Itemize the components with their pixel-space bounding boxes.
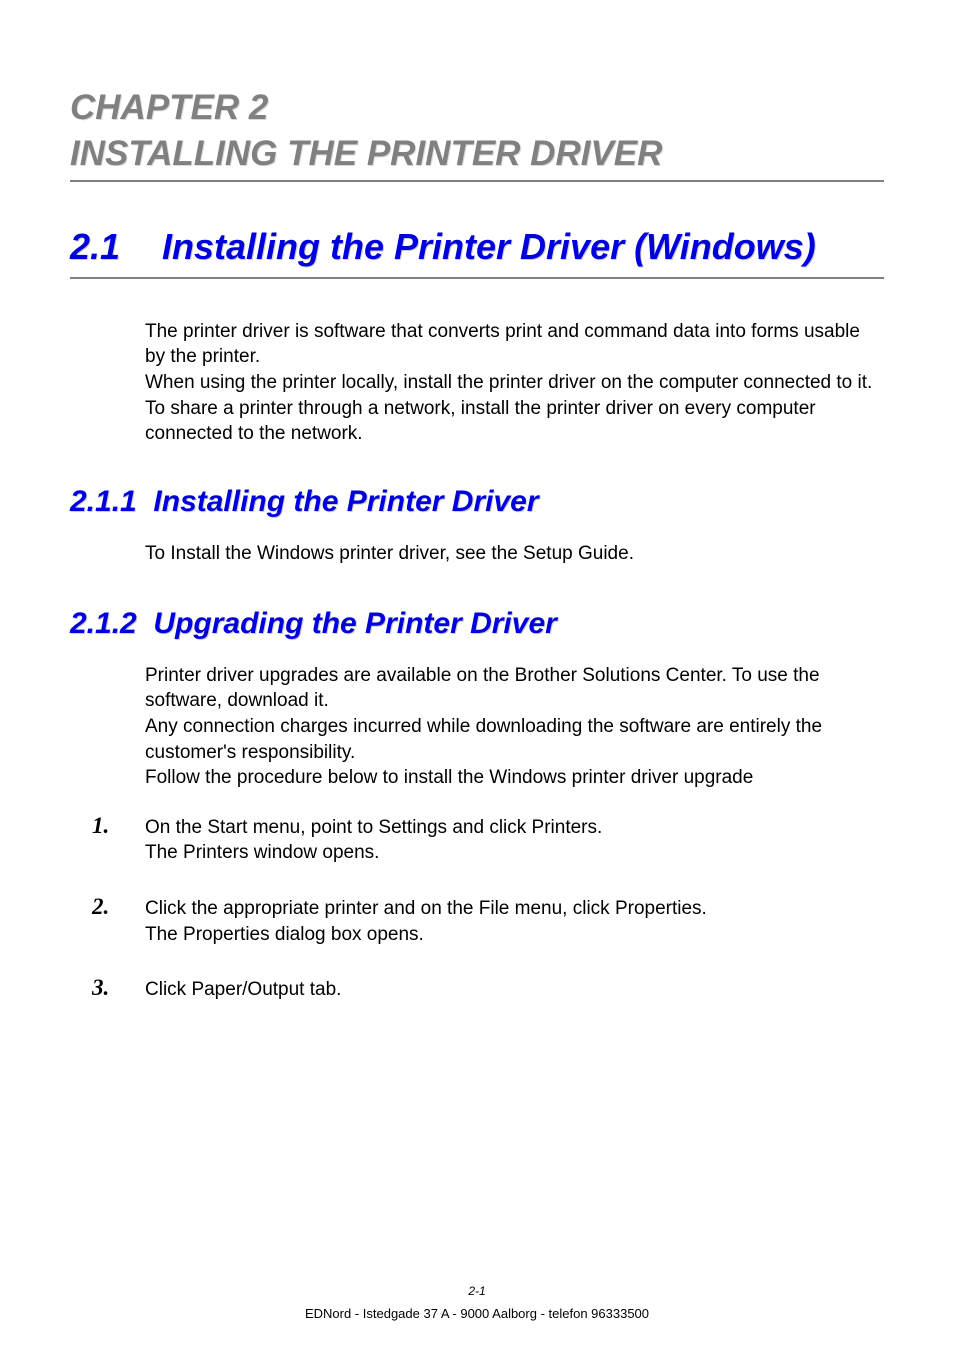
- subsection-body: To Install the Windows printer driver, s…: [145, 541, 884, 567]
- step-item: 3. Click Paper/Output tab.: [92, 975, 884, 1003]
- step-text: Click Paper/Output tab.: [145, 975, 341, 1003]
- step-text: On the Start menu, point to Settings and…: [145, 813, 602, 866]
- subsection-2: 2.1.2 Upgrading the Printer Driver Print…: [70, 607, 884, 1003]
- section-title: Installing the Printer Driver (Windows): [162, 224, 816, 271]
- step-item: 1. On the Start menu, point to Settings …: [92, 813, 884, 866]
- footer-text: EDNord - Istedgade 37 A - 9000 Aalborg -…: [0, 1306, 954, 1321]
- subsection-title: Installing the Printer Driver: [153, 485, 538, 518]
- section-heading: 2.1 Installing the Printer Driver (Windo…: [70, 224, 884, 279]
- page-number: 2-1: [0, 1284, 954, 1298]
- subsection-number: 2.1.1: [70, 485, 137, 518]
- subsection-heading: 2.1.2 Upgrading the Printer Driver: [70, 607, 884, 641]
- subsection-body: Printer driver upgrades are available on…: [145, 663, 884, 791]
- intro-paragraph: The printer driver is software that conv…: [145, 319, 884, 447]
- step-number: 2.: [92, 894, 145, 947]
- page-footer: 2-1 EDNord - Istedgade 37 A - 9000 Aalbo…: [0, 1284, 954, 1321]
- step-number: 3.: [92, 975, 145, 1003]
- subsection-1: 2.1.1 Installing the Printer Driver To I…: [70, 485, 884, 567]
- subsection-number: 2.1.2: [70, 607, 137, 640]
- step-item: 2. Click the appropriate printer and on …: [92, 894, 884, 947]
- subsection-heading: 2.1.1 Installing the Printer Driver: [70, 485, 884, 519]
- chapter-heading: CHAPTER 2 INSTALLING THE PRINTER DRIVER: [70, 85, 884, 182]
- step-text: Click the appropriate printer and on the…: [145, 894, 707, 947]
- subsection-title: Upgrading the Printer Driver: [153, 607, 556, 640]
- section-number: 2.1: [70, 224, 162, 271]
- step-number: 1.: [92, 813, 145, 866]
- chapter-line1: CHAPTER 2: [70, 88, 268, 127]
- chapter-line2: INSTALLING THE PRINTER DRIVER: [70, 134, 662, 173]
